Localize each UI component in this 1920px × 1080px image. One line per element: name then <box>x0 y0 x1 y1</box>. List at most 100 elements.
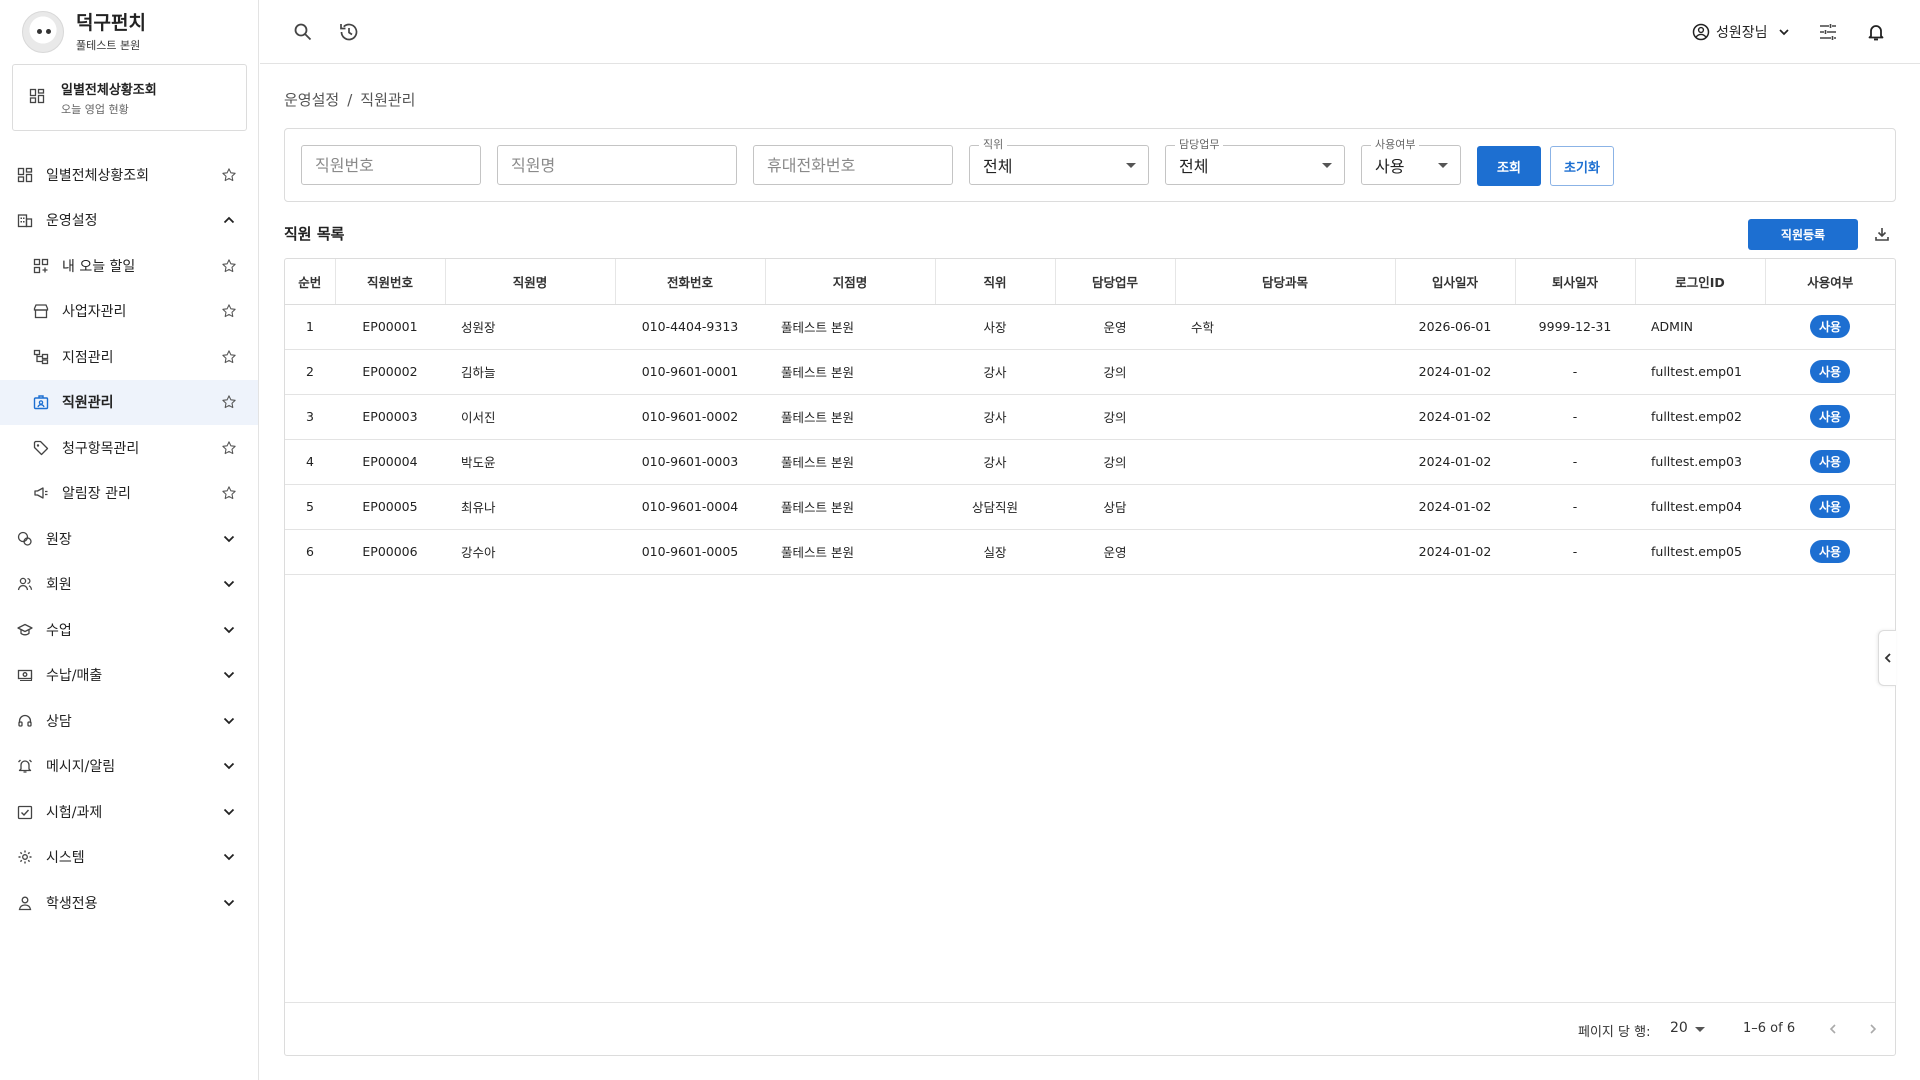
employee-name-input[interactable] <box>511 155 736 175</box>
cell-employee-number: EP00005 <box>335 484 445 530</box>
page-range: 1–6 of 6 <box>1743 1021 1796 1036</box>
column-header[interactable]: 담당과목 <box>1175 259 1396 305</box>
sidebar-item-label: 시험/과제 <box>46 804 103 821</box>
column-header[interactable]: 입사일자 <box>1395 259 1516 305</box>
star-icon[interactable] <box>220 439 238 457</box>
bell-icon[interactable] <box>1865 21 1887 43</box>
cell-resign-date: - <box>1515 439 1635 485</box>
cell-index: 3 <box>285 394 335 440</box>
table-row[interactable]: 5 EP00005 최유나 010-9601-0004 풀테스트 본원 상담직원… <box>285 484 1895 530</box>
cell-subject <box>1175 484 1395 530</box>
sidebar-item-my-todo[interactable]: 내 오늘 할일 <box>0 243 258 289</box>
today-status-card[interactable]: 일별전체상황조회 오늘 영업 현황 <box>12 64 247 131</box>
column-header[interactable]: 순번 <box>285 259 336 305</box>
cell-employee-name: 강수아 <box>445 529 615 575</box>
search-icon[interactable] <box>292 21 314 43</box>
sidebar-item-notice-mgmt[interactable]: 알림장 관리 <box>0 471 258 517</box>
building-icon <box>16 211 34 229</box>
star-icon[interactable] <box>220 302 238 320</box>
dashboard-icon <box>16 166 34 184</box>
cell-duty: 운영 <box>1055 529 1175 575</box>
column-header[interactable]: 직위 <box>935 259 1056 305</box>
next-page-button[interactable] <box>1863 1019 1883 1039</box>
employee-name-field[interactable] <box>497 145 737 185</box>
cell-phone: 010-9601-0004 <box>615 484 765 530</box>
table-row[interactable]: 4 EP00004 박도윤 010-9601-0003 풀테스트 본원 강사 강… <box>285 439 1895 485</box>
sidebar-item-billing-items[interactable]: 청구항목관리 <box>0 425 258 471</box>
rows-per-page-select[interactable]: 20 <box>1670 1020 1688 1036</box>
today-card-subtitle: 오늘 영업 현황 <box>61 102 129 116</box>
cell-position: 실장 <box>935 529 1055 575</box>
sidebar-item-business-mgmt[interactable]: 사업자관리 <box>0 289 258 335</box>
sidebar-item-ledger[interactable]: 원장 <box>0 516 258 562</box>
sidebar-item-messages[interactable]: 메시지/알림 <box>0 744 258 790</box>
sidebar-item-payments[interactable]: 수납/매출 <box>0 653 258 699</box>
column-header[interactable]: 로그인ID <box>1635 259 1766 305</box>
cell-employee-number: EP00004 <box>335 439 445 485</box>
graduation-icon <box>16 621 34 639</box>
sidebar-item-daily-status[interactable]: 일별전체상황조회 <box>0 152 258 198</box>
brand[interactable]: 덕구펀치 풀테스트 본원 <box>0 0 258 64</box>
table-row[interactable]: 1 EP00001 성원장 010-4404-9313 풀테스트 본원 사장 운… <box>285 304 1895 350</box>
employee-number-input[interactable] <box>315 155 480 175</box>
star-icon[interactable] <box>220 166 238 184</box>
star-icon[interactable] <box>220 257 238 275</box>
sidebar-item-employee-mgmt[interactable]: 직원관리 <box>0 379 258 425</box>
reset-button[interactable]: 초기화 <box>1550 146 1614 186</box>
column-header[interactable]: 사용여부 <box>1765 259 1895 305</box>
cell-use-status: 사용 <box>1765 304 1895 350</box>
use-status-select[interactable]: 사용여부 사용 <box>1361 138 1461 185</box>
cell-branch: 풀테스트 본원 <box>765 529 935 575</box>
history-icon[interactable] <box>338 21 360 43</box>
sidebar-item-label: 시스템 <box>46 850 85 867</box>
breadcrumb-parent[interactable]: 운영설정 <box>284 91 339 109</box>
tune-icon[interactable] <box>1817 21 1839 43</box>
cell-employee-name: 김하늘 <box>445 349 615 395</box>
column-header[interactable]: 담당업무 <box>1055 259 1176 305</box>
download-icon[interactable] <box>1872 224 1892 244</box>
star-icon[interactable] <box>220 484 238 502</box>
sidebar-item-branch-mgmt[interactable]: 지점관리 <box>0 334 258 380</box>
position-select[interactable]: 직위 전체 <box>969 138 1149 185</box>
side-panel-toggle[interactable] <box>1878 630 1896 686</box>
user-menu[interactable]: 성원장님 <box>1692 20 1796 44</box>
sidebar-item-exams[interactable]: 시험/과제 <box>0 789 258 835</box>
sidebar-item-operation-settings[interactable]: 운영설정 <box>0 198 258 244</box>
chevron-right-icon <box>1870 1024 1877 1034</box>
sidebar-item-classes[interactable]: 수업 <box>0 607 258 653</box>
sidebar-item-system[interactable]: 시스템 <box>0 835 258 881</box>
caret-down-icon[interactable] <box>1695 1027 1705 1032</box>
column-header[interactable]: 직원번호 <box>335 259 446 305</box>
star-icon[interactable] <box>220 348 238 366</box>
cell-subject <box>1175 529 1395 575</box>
column-header[interactable]: 전화번호 <box>615 259 766 305</box>
checkbox-icon <box>16 803 34 821</box>
sidebar-item-consulting[interactable]: 상담 <box>0 698 258 744</box>
prev-page-button[interactable] <box>1823 1019 1843 1039</box>
cell-resign-date: 9999-12-31 <box>1515 304 1635 350</box>
status-badge: 사용 <box>1809 540 1851 563</box>
status-badge: 사용 <box>1809 405 1851 428</box>
phone-field[interactable] <box>753 145 953 185</box>
column-header[interactable]: 지점명 <box>765 259 936 305</box>
sidebar-item-label: 일별전체상황조회 <box>46 167 150 184</box>
star-icon[interactable] <box>220 393 238 411</box>
phone-input[interactable] <box>767 155 952 175</box>
sidebar-item-student[interactable]: 학생전용 <box>0 880 258 926</box>
register-employee-button[interactable]: 직원등록 <box>1748 219 1858 250</box>
table-row[interactable]: 6 EP00006 강수아 010-9601-0005 풀테스트 본원 실장 운… <box>285 529 1895 575</box>
duty-select[interactable]: 담당업무 전체 <box>1165 138 1345 185</box>
cell-use-status: 사용 <box>1765 484 1895 530</box>
cell-employee-name: 최유나 <box>445 484 615 530</box>
table-row[interactable]: 2 EP00002 김하늘 010-9601-0001 풀테스트 본원 강사 강… <box>285 349 1895 395</box>
status-badge: 사용 <box>1809 450 1851 473</box>
table-row[interactable]: 3 EP00003 이서진 010-9601-0002 풀테스트 본원 강사 강… <box>285 394 1895 440</box>
cell-subject <box>1175 394 1395 440</box>
sidebar-item-members[interactable]: 회원 <box>0 562 258 608</box>
column-header[interactable]: 직원명 <box>445 259 616 305</box>
account-circle-icon <box>1692 23 1710 41</box>
employee-number-field[interactable] <box>301 145 481 185</box>
column-header[interactable]: 퇴사일자 <box>1515 259 1636 305</box>
search-button[interactable]: 조회 <box>1477 146 1541 186</box>
sidebar: 덕구펀치 풀테스트 본원 일별전체상황조회 오늘 영업 현황 일별전체상황조회 … <box>0 0 259 1080</box>
